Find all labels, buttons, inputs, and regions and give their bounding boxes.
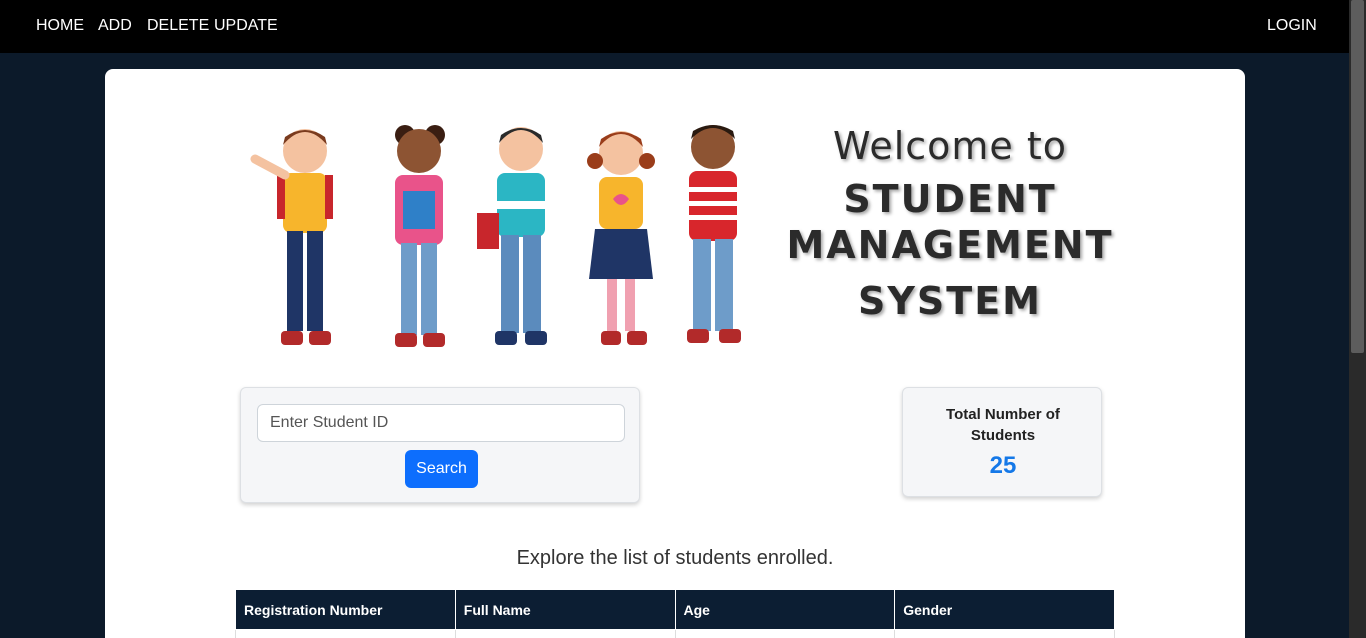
kid-illustration-1: [250, 129, 333, 345]
title-line-3: SYSTEM: [858, 279, 1042, 323]
kid-illustration-5: [687, 125, 741, 343]
nav-add-link[interactable]: ADD: [98, 17, 132, 35]
table-cell: [235, 629, 456, 638]
col-gender[interactable]: Gender: [894, 589, 1115, 630]
student-count-card: Total Number of Students 25: [902, 387, 1102, 497]
students-table: Registration Number Full Name Age Gender: [235, 589, 1115, 638]
nav-delete-link[interactable]: DELETE: [147, 17, 209, 35]
col-registration-number[interactable]: Registration Number: [235, 589, 456, 630]
table-cell: [894, 629, 1115, 638]
explore-text: Explore the list of students enrolled.: [516, 547, 834, 569]
table-cell: [454, 629, 676, 638]
student-count-value: 25: [989, 452, 1017, 479]
page-scrollbar[interactable]: [1349, 0, 1366, 638]
students-illustration: [250, 125, 741, 347]
kid-illustration-3: [477, 127, 547, 345]
nav-home-link[interactable]: HOME: [36, 17, 84, 35]
title-line-1: STUDENT: [843, 177, 1057, 221]
title-line-2: MANAGEMENT: [786, 223, 1114, 267]
welcome-heading: Welcome to STUDENT MANAGEMENT SYSTEM: [785, 124, 1115, 324]
kid-illustration-4: [587, 131, 655, 345]
student-id-input[interactable]: [257, 404, 625, 442]
table-row: [235, 629, 1115, 638]
nav-update-link[interactable]: UPDATE: [214, 17, 278, 35]
search-panel: Search: [240, 387, 640, 503]
main-card: Welcome to STUDENT MANAGEMENT SYSTEM Sea…: [105, 69, 1245, 638]
nav-login-link[interactable]: LOGIN: [1267, 17, 1317, 35]
col-age[interactable]: Age: [674, 589, 896, 630]
table-cell: [674, 629, 896, 638]
kid-illustration-2: [395, 125, 445, 347]
search-button[interactable]: Search: [405, 450, 478, 488]
student-count-label: Total Number of Students: [946, 406, 1060, 444]
top-navbar: HOME ADD DELETE UPDATE LOGIN: [0, 0, 1349, 53]
table-header-row: Registration Number Full Name Age Gender: [235, 589, 1115, 630]
col-full-name[interactable]: Full Name: [454, 589, 676, 630]
scrollbar-thumb[interactable]: [1351, 0, 1364, 353]
welcome-text: Welcome to: [832, 124, 1068, 168]
